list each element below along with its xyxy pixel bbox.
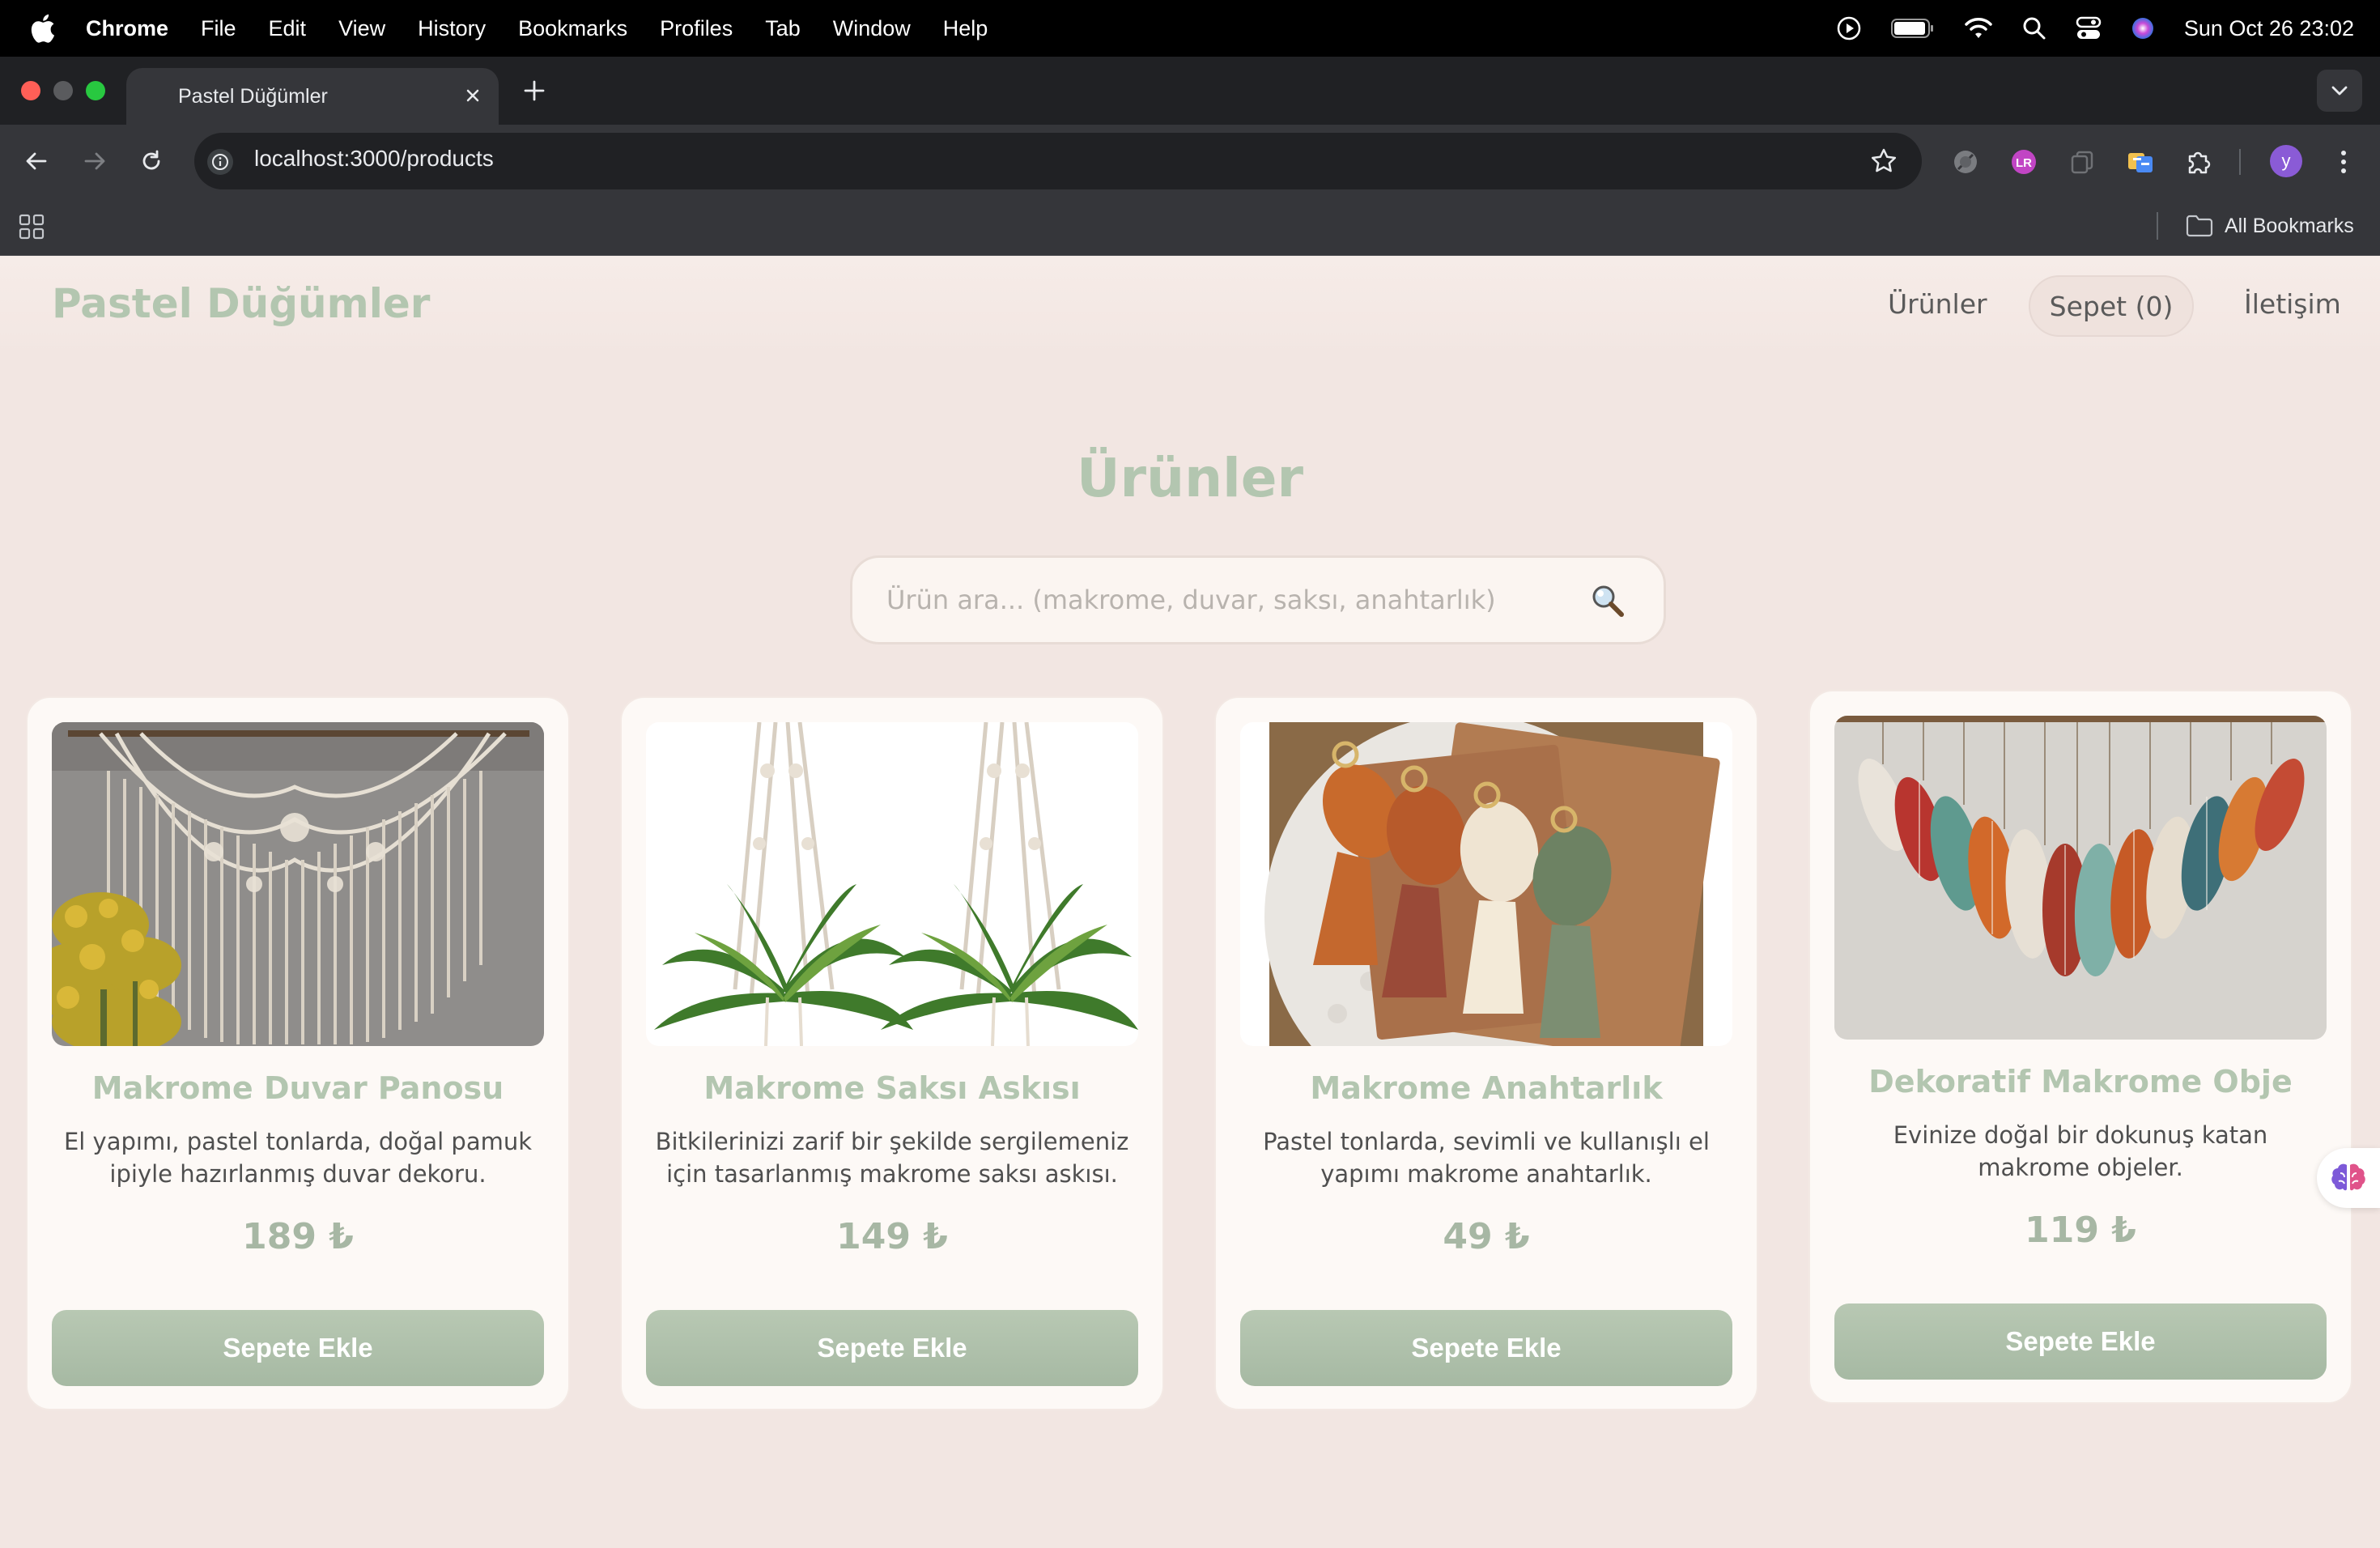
add-to-cart-button[interactable]: Sepete Ekle [646, 1310, 1138, 1386]
product-description: Pastel tonlarda, sevimli ve kullanışlı e… [1263, 1128, 1710, 1188]
spotlight-search-icon[interactable] [2022, 16, 2046, 40]
bookmarks-separator [2157, 212, 2158, 240]
product-image-wall-hanging[interactable] [52, 722, 544, 1046]
product-card: Makrome Duvar Panosu El yapımı, pastel t… [26, 696, 570, 1410]
product-card: Dekoratif Makrome Obje Evinize doğal bir… [1808, 690, 2352, 1404]
menu-tab[interactable]: Tab [765, 16, 801, 41]
product-image-keychains[interactable] [1240, 722, 1732, 1046]
tab-title: Pastel Düğümler [178, 84, 328, 108]
site-header: Pastel Düğümler Ürünler Sepet (0) İletiş… [0, 256, 2380, 358]
battery-icon[interactable] [1890, 18, 1935, 39]
extensions-puzzle-icon[interactable] [2182, 146, 2215, 178]
product-search-box [850, 555, 1666, 644]
arrow-right-icon [84, 152, 105, 170]
all-bookmarks-button[interactable]: All Bookmarks [2186, 212, 2354, 240]
tab-search-button[interactable] [2317, 70, 2362, 112]
site-info-icon[interactable] [207, 149, 233, 175]
apple-logo-icon[interactable] [31, 14, 57, 43]
reload-button[interactable] [134, 144, 168, 178]
back-button[interactable] [19, 144, 53, 178]
control-center-icon[interactable] [2076, 16, 2102, 40]
window-zoom-button[interactable] [86, 81, 105, 100]
chevron-down-icon [2331, 86, 2348, 96]
window-minimize-button[interactable] [53, 81, 73, 100]
extension-lr-label: LR [2016, 156, 2032, 170]
play-circle-icon[interactable] [1836, 15, 1862, 41]
page-content: Pastel Düğümler Ürünler Sepet (0) İletiş… [0, 256, 2380, 1548]
apps-grid-icon[interactable] [18, 213, 45, 240]
wifi-icon[interactable] [1964, 17, 1993, 40]
add-to-cart-button[interactable]: Sepete Ekle [52, 1310, 544, 1386]
all-bookmarks-label: All Bookmarks [2225, 214, 2354, 237]
product-price: 189 ₺ [242, 1216, 354, 1257]
product-search-input[interactable] [886, 558, 1583, 642]
menu-history[interactable]: History [418, 16, 486, 41]
toolbar-separator [2239, 149, 2241, 175]
forward-button[interactable] [78, 144, 112, 178]
menu-help[interactable]: Help [943, 16, 988, 41]
tab-close-icon[interactable] [461, 84, 484, 107]
product-price: 149 ₺ [836, 1216, 948, 1257]
site-brand[interactable]: Pastel Düğümler [52, 280, 430, 327]
nav-products-link[interactable]: Ürünler [1888, 288, 1987, 320]
reload-icon [142, 150, 160, 170]
product-description: Evinize doğal bir dokunuş katan makrome … [1893, 1121, 2268, 1181]
extension-lr-icon[interactable]: LR [2008, 146, 2040, 178]
magnifier-icon[interactable] [1589, 582, 1626, 619]
brain-icon [2331, 1163, 2365, 1191]
menu-app-name[interactable]: Chrome [86, 16, 168, 41]
menu-file[interactable]: File [201, 16, 236, 41]
menu-bookmarks[interactable]: Bookmarks [518, 16, 627, 41]
add-to-cart-button[interactable]: Sepete Ekle [1834, 1303, 2327, 1380]
product-description: Bitkilerinizi zarif bir şekilde sergilem… [655, 1128, 1129, 1188]
nav-contact-link[interactable]: İletişim [2244, 288, 2341, 320]
extension-translate-icon[interactable] [2124, 146, 2157, 178]
product-card: Makrome Saksı Askısı Bitkilerinizi zarif… [620, 696, 1164, 1410]
product-name[interactable]: Dekoratif Makrome Obje [1810, 1064, 2351, 1099]
page-title: Ürünler [1076, 447, 1304, 509]
assistant-brain-button[interactable] [2317, 1148, 2380, 1208]
nav-cart-link[interactable]: Sepet (0) [2029, 275, 2194, 337]
arrow-left-icon [26, 152, 47, 170]
menu-edit[interactable]: Edit [269, 16, 307, 41]
product-name[interactable]: Makrome Anahtarlık [1216, 1070, 1757, 1106]
product-description: El yapımı, pastel tonlarda, doğal pamuk … [63, 1128, 533, 1188]
extension-copy-icon[interactable] [2066, 146, 2098, 178]
menu-clock[interactable]: Sun Oct 26 23:02 [2184, 16, 2354, 41]
folder-icon [2186, 215, 2213, 237]
macos-menu-bar: Chrome File Edit View History Bookmarks … [0, 0, 2380, 57]
product-name[interactable]: Makrome Duvar Panosu [28, 1070, 568, 1106]
menu-profiles[interactable]: Profiles [660, 16, 733, 41]
window-close-button[interactable] [21, 81, 40, 100]
siri-icon[interactable] [2131, 16, 2155, 40]
chrome-menu-icon[interactable] [2331, 146, 2356, 178]
product-price: 119 ₺ [2025, 1210, 2136, 1251]
menu-view[interactable]: View [338, 16, 385, 41]
product-name[interactable]: Makrome Saksı Askısı [622, 1070, 1162, 1106]
product-price: 49 ₺ [1443, 1216, 1530, 1257]
product-image-plant-hanger[interactable] [646, 722, 1138, 1046]
url-text[interactable]: localhost:3000/products [254, 146, 494, 172]
menu-window[interactable]: Window [833, 16, 911, 41]
add-to-cart-button[interactable]: Sepete Ekle [1240, 1310, 1732, 1386]
bookmark-star-icon[interactable] [1868, 146, 1899, 176]
profile-avatar[interactable]: y [2270, 145, 2302, 177]
product-image-feathers[interactable] [1834, 716, 2327, 1040]
browser-tab-active[interactable]: Pastel Düğümler [126, 68, 499, 125]
product-card: Makrome Anahtarlık Pastel tonlarda, sevi… [1214, 696, 1758, 1410]
extension-disabled-icon[interactable] [1949, 146, 1982, 178]
new-tab-button[interactable] [520, 76, 549, 105]
bookmarks-bar [0, 198, 2380, 256]
